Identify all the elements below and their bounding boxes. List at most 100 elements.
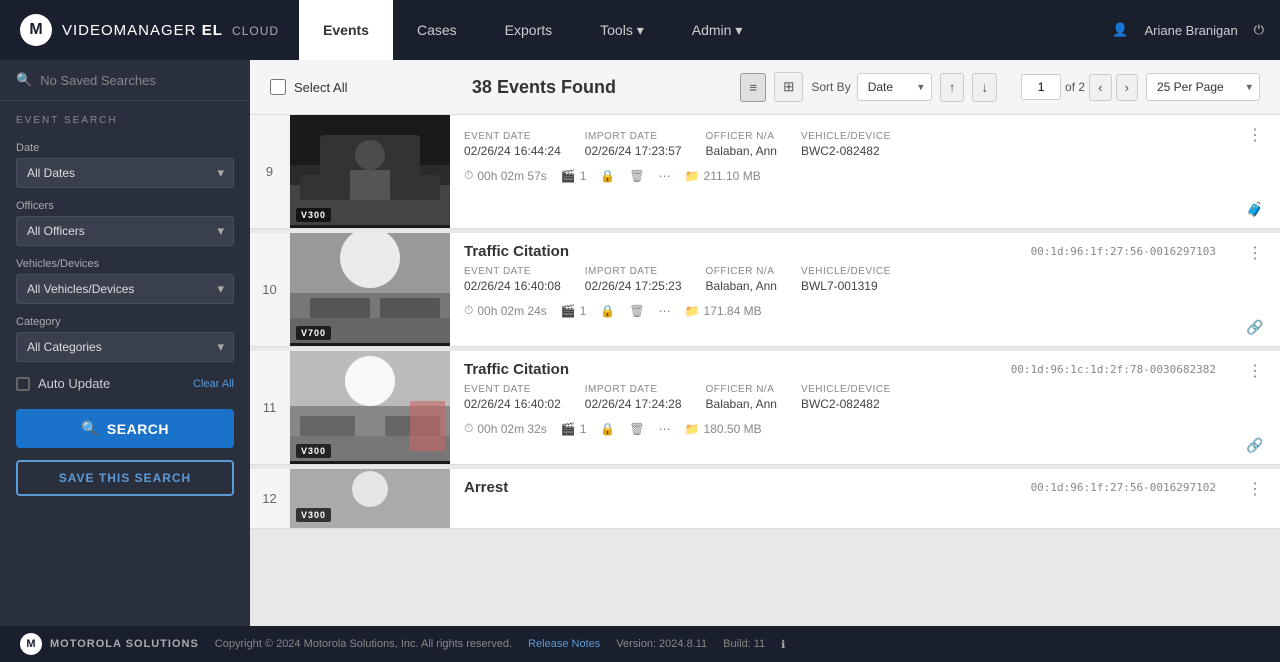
more-actions-icon[interactable]: ⋯ <box>659 169 671 183</box>
footer-brand: M MOTOROLA SOLUTIONS <box>20 633 199 655</box>
clips-icon: 🎬 1 <box>561 422 587 436</box>
lock-icon[interactable]: 🔒 <box>600 422 615 436</box>
event-side-actions: ⋮ 🔗 <box>1230 233 1280 346</box>
main-layout: 🔍 No Saved Searches EVENT SEARCH Date Al… <box>0 60 1280 626</box>
auto-update-checkbox[interactable] <box>16 377 30 391</box>
top-navigation: M VIDEOMANAGER EL CLOUD Events Cases Exp… <box>0 0 1280 60</box>
nav-tabs: Events Cases Exports Tools ▾ Admin ▾ <box>299 0 1112 60</box>
event-more-button[interactable]: ⋮ <box>1247 479 1263 499</box>
page-input[interactable] <box>1021 74 1061 100</box>
officer-group: Officer N/A Balaban, Ann <box>706 384 777 411</box>
clear-all-button[interactable]: Clear All <box>193 378 234 390</box>
import-date-group: Import Date 02/26/24 17:23:57 <box>585 131 682 158</box>
event-id: 00:1d:96:1f:27:56-0016297103 <box>1031 245 1216 258</box>
sort-select[interactable]: Date Title Officer Vehicle <box>857 73 932 101</box>
event-more-button[interactable]: ⋮ <box>1247 361 1263 381</box>
event-more-button[interactable]: ⋮ <box>1247 125 1263 145</box>
import-date-group: Import Date 02/26/24 17:25:23 <box>585 266 682 293</box>
vehicle-group: Vehicle/Device BWC2-082482 <box>801 131 891 158</box>
select-all-checkbox[interactable] <box>270 79 286 95</box>
event-date-value: 02/26/24 16:40:08 <box>464 279 561 293</box>
event-details: Traffic Citation 00:1d:96:1c:1d:2f:78-00… <box>450 351 1230 464</box>
event-thumbnail[interactable]: V300 <box>290 115 450 228</box>
logout-icon[interactable]: ⏻ <box>1254 22 1264 38</box>
list-view-button[interactable]: ≡ <box>740 73 766 102</box>
tab-tools[interactable]: Tools ▾ <box>576 0 668 60</box>
sort-asc-button[interactable]: ↑ <box>940 73 965 102</box>
grid-view-button[interactable]: ⊞ <box>774 72 803 102</box>
sort-desc-button[interactable]: ↓ <box>972 73 997 102</box>
delete-icon[interactable]: 🗑 <box>629 169 644 183</box>
sort-by-wrapper: Sort By Date Title Officer Vehicle <box>811 73 931 101</box>
sidebar: 🔍 No Saved Searches EVENT SEARCH Date Al… <box>0 60 250 626</box>
event-link-button[interactable]: 🔗 <box>1246 319 1263 336</box>
device-badge: V700 <box>296 326 331 340</box>
event-number: 11 <box>250 351 290 464</box>
more-actions-icon[interactable]: ⋯ <box>659 422 671 436</box>
list-view-icon: ≡ <box>749 80 757 95</box>
vehicles-filter-select[interactable]: All Vehicles/Devices <box>16 274 234 304</box>
page-of-label: of 2 <box>1065 80 1085 94</box>
search-btn-label: SEARCH <box>107 421 169 437</box>
officers-filter-select[interactable]: All Officers <box>16 216 234 246</box>
lock-icon[interactable]: 🔒 <box>600 169 615 183</box>
search-button[interactable]: 🔍 SEARCH <box>16 409 234 448</box>
sort-by-label: Sort By <box>811 80 850 94</box>
toolbar: ≡ ⊞ Sort By Date Title Officer Vehicle <box>740 72 1260 102</box>
event-title: Traffic Citation <box>464 243 569 260</box>
event-actions: ⏱ 00h 02m 32s 🎬 1 🔒 🗑 ⋯ 📁 180.50 MB <box>464 417 1216 436</box>
table-row: 9 V300 <box>250 115 1280 229</box>
table-row: 11 V300 <box>250 351 1280 465</box>
date-filter-select[interactable]: All Dates Today This Week This Month Cus… <box>16 158 234 188</box>
user-name[interactable]: Ariane Branigan <box>1144 23 1237 38</box>
save-search-button[interactable]: SAVE THIS SEARCH <box>16 460 234 496</box>
event-thumbnail[interactable]: V300 <box>290 351 450 464</box>
import-date-label: Import Date <box>585 131 682 142</box>
delete-icon[interactable]: 🗑 <box>629 422 644 436</box>
tab-cases[interactable]: Cases <box>393 0 481 60</box>
event-more-button[interactable]: ⋮ <box>1247 243 1263 263</box>
event-meta: Event Date 02/26/24 16:40:08 Import Date… <box>464 266 1216 293</box>
import-date-value: 02/26/24 17:24:28 <box>585 397 682 411</box>
info-icon[interactable]: ℹ <box>781 638 785 651</box>
more-actions-icon[interactable]: ⋯ <box>659 304 671 318</box>
lock-icon[interactable]: 🔒 <box>600 304 615 318</box>
release-notes-link[interactable]: Release Notes <box>528 638 600 650</box>
footer-build: Build: 11 <box>723 638 765 650</box>
vehicle-value: BWL7-001319 <box>801 279 891 293</box>
event-id: 00:1d:96:1c:1d:2f:78-0030682382 <box>1011 363 1216 376</box>
event-number: 12 <box>250 469 290 528</box>
import-date-group: Import Date 02/26/24 17:24:28 <box>585 384 682 411</box>
event-link-button[interactable]: 🔗 <box>1246 437 1263 454</box>
category-filter-section: Category All Categories <box>0 308 250 366</box>
event-link-button[interactable]: 🧳 <box>1246 201 1263 218</box>
event-thumbnail[interactable]: V700 <box>290 233 450 346</box>
delete-icon[interactable]: 🗑 <box>629 304 644 318</box>
event-details: Event Date 02/26/24 16:44:24 Import Date… <box>450 115 1230 228</box>
officer-value: Balaban, Ann <box>706 144 777 158</box>
vehicle-value: BWC2-082482 <box>801 397 891 411</box>
event-date-value: 02/26/24 16:40:02 <box>464 397 561 411</box>
event-thumbnail[interactable]: V300 <box>290 469 450 528</box>
category-filter-select[interactable]: All Categories <box>16 332 234 362</box>
event-list: 9 V300 <box>250 115 1280 626</box>
import-date-value: 02/26/24 17:23:57 <box>585 144 682 158</box>
tab-admin[interactable]: Admin ▾ <box>668 0 767 60</box>
per-page-select[interactable]: 25 Per Page 50 Per Page 100 Per Page <box>1146 73 1260 101</box>
duration-icon: ⏱ 00h 02m 24s <box>464 303 547 318</box>
tab-exports[interactable]: Exports <box>481 0 576 60</box>
search-btn-icon: 🔍 <box>81 420 99 437</box>
officer-label: Officer N/A <box>706 131 777 142</box>
event-details: Traffic Citation 00:1d:96:1f:27:56-00162… <box>450 233 1230 346</box>
tab-events[interactable]: Events <box>299 0 393 60</box>
next-page-button[interactable]: › <box>1116 74 1138 101</box>
event-details: Arrest 00:1d:96:1f:27:56-0016297102 <box>450 469 1230 528</box>
event-date-group: Event Date 02/26/24 16:40:08 <box>464 266 561 293</box>
prev-page-button[interactable]: ‹ <box>1089 74 1111 101</box>
officers-filter-label: Officers <box>16 200 234 212</box>
sort-desc-icon: ↓ <box>981 80 988 95</box>
officer-label: Officer N/A <box>706 384 777 395</box>
footer: M MOTOROLA SOLUTIONS Copyright © 2024 Mo… <box>0 626 1280 662</box>
category-filter-label: Category <box>16 316 234 328</box>
user-icon: 👤 <box>1112 22 1128 38</box>
